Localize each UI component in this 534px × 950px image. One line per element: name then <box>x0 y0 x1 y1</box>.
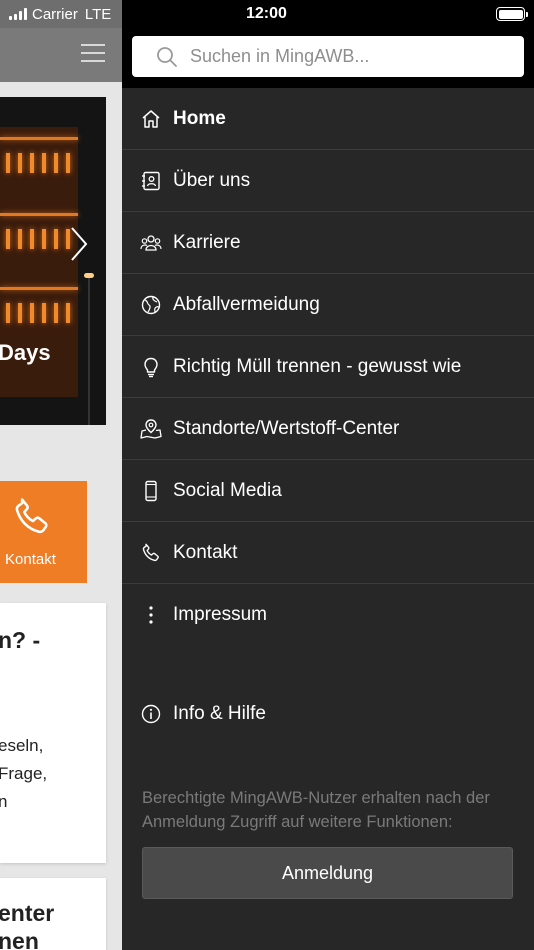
menu-item-ueber-uns[interactable]: Über uns <box>122 150 534 212</box>
hamburger-menu-icon[interactable] <box>81 44 105 62</box>
image-slider[interactable]: Days <box>0 97 106 425</box>
card-heading: n? - <box>0 627 41 653</box>
card-heading: enter <box>0 900 55 926</box>
menu-item-muell-trennen[interactable]: Richtig Müll trennen - gewusst wie <box>122 336 534 398</box>
globe-icon <box>141 295 161 315</box>
lamp-light <box>84 273 94 278</box>
menu-item-label: Social Media <box>173 479 282 501</box>
login-info-text: Berechtigte MingAWB-Nutzer erhalten nach… <box>142 789 490 831</box>
menu-item-label: Kontakt <box>173 541 238 563</box>
phone-icon <box>142 543 159 562</box>
map-pin-icon <box>140 419 162 439</box>
clock: 12:00 <box>246 5 287 22</box>
menu-item-info-hilfe[interactable]: Info & Hilfe <box>122 683 534 745</box>
menu-item-label: Impressum <box>173 604 267 625</box>
lightbulb-icon <box>144 357 158 378</box>
background-page[interactable]: Days Kontakt n? - eseln, Frage, n enter … <box>0 0 122 950</box>
menu-item-label: Karriere <box>173 231 241 253</box>
search-bar-container <box>122 28 534 88</box>
more-vertical-icon <box>149 606 153 624</box>
card-text-line: eseln, <box>0 736 44 755</box>
menu-item-standorte[interactable]: Standorte/Wertstoff-Center <box>122 398 534 460</box>
signal-strength-icon <box>9 8 27 20</box>
content-card[interactable]: enter nen <box>0 878 106 950</box>
menu-item-label: Abfallvermeidung <box>173 293 320 315</box>
status-bar-left: Carrier LTE <box>0 0 122 28</box>
menu-item-label: Home <box>173 107 226 129</box>
smartphone-icon <box>145 480 157 502</box>
street-lamp <box>88 277 90 425</box>
search-icon <box>157 47 177 67</box>
contact-tile[interactable]: Kontakt <box>0 481 87 583</box>
navigation-drawer: Home Über uns Karriere <box>122 28 534 950</box>
content-card[interactable]: n? - eseln, Frage, n <box>0 603 106 863</box>
card-text-line: Frage, <box>0 764 48 783</box>
menu-item-impressum[interactable]: Impressum <box>122 584 534 646</box>
search-input[interactable] <box>190 36 510 77</box>
login-button[interactable]: Anmeldung <box>142 847 513 899</box>
card-heading: nen <box>0 928 39 950</box>
phone-icon <box>15 498 48 534</box>
menu-item-abfallvermeidung[interactable]: Abfallvermeidung <box>122 274 534 336</box>
menu-item-label: Über uns <box>173 169 251 191</box>
menu-item-home[interactable]: Home <box>122 88 534 150</box>
contact-book-icon <box>142 171 160 191</box>
carrier-name: Carrier <box>32 5 78 23</box>
home-icon <box>142 110 160 128</box>
menu-item-kontakt[interactable]: Kontakt <box>122 522 534 584</box>
battery-icon <box>496 7 528 21</box>
menu-item-label: Richtig Müll trennen - gewusst wie <box>173 355 462 377</box>
contact-tile-label: Kontakt <box>5 551 56 568</box>
search-bar[interactable] <box>132 36 524 77</box>
slider-next-chevron-icon[interactable] <box>66 224 92 264</box>
menu-item-karriere[interactable]: Karriere <box>122 212 534 274</box>
people-group-icon <box>140 235 162 251</box>
slide-caption: Days <box>0 340 51 365</box>
network-type: LTE <box>84 5 112 23</box>
card-text-line: n <box>0 792 8 811</box>
menu-item-social-media[interactable]: Social Media <box>122 460 534 522</box>
status-bar: Carrier LTE 12:00 <box>0 0 534 28</box>
menu-item-label: Standorte/Wertstoff-Center <box>173 417 400 439</box>
menu-item-label: Info & Hilfe <box>173 703 266 724</box>
status-bar-right: 12:00 <box>122 0 534 28</box>
info-icon <box>141 704 161 724</box>
